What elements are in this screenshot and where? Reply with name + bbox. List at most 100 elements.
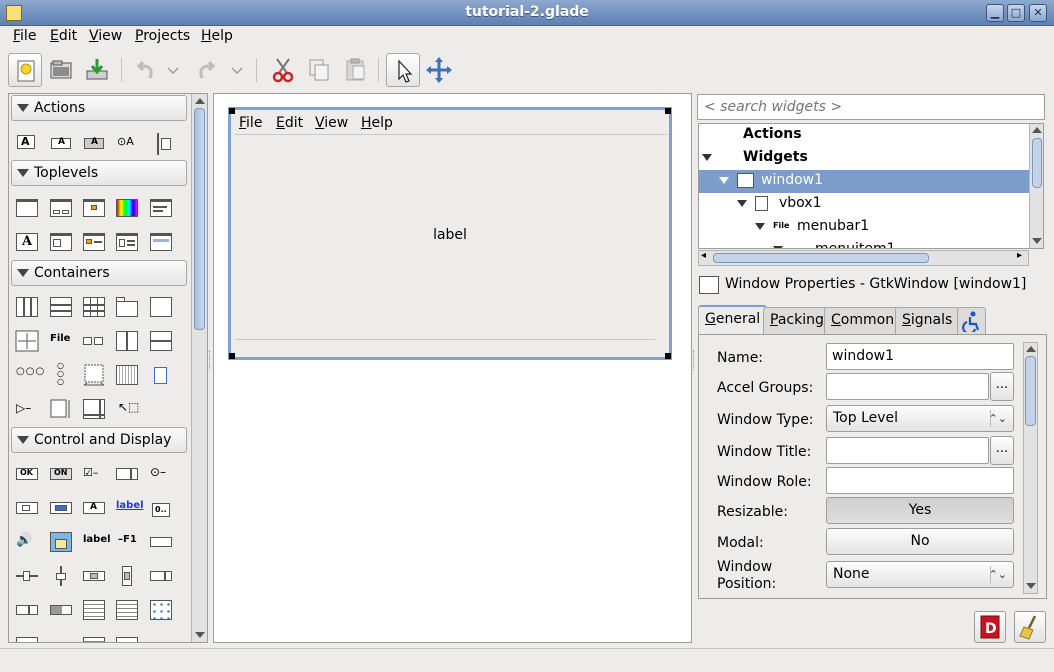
- viewport-icon[interactable]: [49, 398, 73, 420]
- alignment-icon[interactable]: [15, 330, 39, 352]
- devhelp-button[interactable]: D: [974, 611, 1006, 643]
- vscrollbar-icon[interactable]: [115, 565, 139, 587]
- dialog-widget-icon[interactable]: [49, 197, 73, 219]
- clear-property-button[interactable]: [1014, 611, 1046, 643]
- button-widget-icon[interactable]: OK: [15, 463, 39, 485]
- layout-icon[interactable]: [82, 364, 106, 386]
- button-box-icon[interactable]: ○○○: [15, 364, 44, 386]
- recent-action-icon[interactable]: ⊙A: [115, 132, 139, 154]
- tree-scroll-thumb[interactable]: [1032, 138, 1042, 188]
- palette-scrollbar[interactable]: [191, 94, 207, 642]
- redo-button[interactable]: [190, 53, 224, 87]
- name-field[interactable]: window1: [826, 343, 1014, 370]
- action-icon[interactable]: A: [15, 132, 39, 154]
- undo-menu-button[interactable]: [162, 53, 184, 87]
- window-type-combo[interactable]: Top Level ⌃⌄: [826, 405, 1014, 432]
- vpaned-icon[interactable]: [149, 330, 173, 352]
- expander-down-icon[interactable]: [702, 154, 712, 161]
- tree-view-icon-2[interactable]: [15, 633, 39, 642]
- menu-projects[interactable]: Projects: [135, 28, 190, 44]
- scroll-down-icon[interactable]: [195, 632, 205, 638]
- table-icon[interactable]: [82, 296, 106, 318]
- pane-grip[interactable]: [209, 350, 212, 370]
- new-button[interactable]: [8, 53, 42, 87]
- font-button-icon[interactable]: A: [82, 497, 106, 519]
- menubar-icon[interactable]: File: [49, 330, 73, 352]
- expander-down-icon[interactable]: [719, 177, 729, 184]
- tab-signals[interactable]: Signals: [895, 307, 960, 335]
- accel-groups-edit-button[interactable]: ...: [990, 372, 1014, 401]
- scroll-left-icon[interactable]: ◂: [701, 250, 706, 261]
- file-chooser-dialog-icon[interactable]: [49, 231, 73, 253]
- scroll-up-icon[interactable]: [195, 98, 205, 104]
- menu-view[interactable]: View: [89, 28, 122, 44]
- radio-action-icon[interactable]: A: [82, 132, 106, 154]
- expander-down-icon[interactable]: [773, 246, 783, 248]
- designed-menu-file[interactable]: File: [239, 115, 262, 131]
- tree-row-window1[interactable]: window1: [699, 170, 1029, 193]
- resize-handle[interactable]: [665, 353, 671, 359]
- resize-handle[interactable]: [229, 353, 235, 359]
- tree-hscroll-thumb[interactable]: [713, 253, 929, 263]
- volume-button-icon[interactable]: 🔊: [15, 531, 39, 553]
- text-view-icon[interactable]: [82, 599, 106, 621]
- message-dialog-icon[interactable]: [82, 197, 106, 219]
- expander-down-icon[interactable]: [737, 200, 747, 207]
- cut-button[interactable]: [266, 53, 300, 87]
- close-button[interactable]: ✕: [1029, 4, 1047, 22]
- tree-row-widgets[interactable]: Widgets: [699, 147, 1029, 170]
- font-selection-dialog-icon[interactable]: [149, 197, 173, 219]
- toggle-action-icon[interactable]: A: [49, 132, 73, 154]
- about-dialog-icon[interactable]: A: [15, 231, 39, 253]
- scroll-up-icon[interactable]: [1032, 127, 1042, 133]
- menu-edit[interactable]: Edit: [50, 28, 77, 44]
- pane-grip[interactable]: [693, 350, 696, 370]
- link-button-icon[interactable]: label: [115, 497, 145, 519]
- redo-menu-button[interactable]: [226, 53, 248, 87]
- save-button[interactable]: [80, 53, 114, 87]
- window-role-field[interactable]: [826, 467, 1014, 494]
- resizable-toggle[interactable]: Yes: [826, 497, 1014, 524]
- expander-down-icon[interactable]: [755, 223, 765, 230]
- menu-file[interactable]: File: [13, 28, 36, 44]
- combo-box-icon[interactable]: [149, 565, 173, 587]
- input-dialog-icon[interactable]: [82, 231, 106, 253]
- designed-label[interactable]: label: [231, 227, 669, 243]
- hbox-icon[interactable]: [15, 296, 39, 318]
- hpaned-icon[interactable]: [115, 330, 139, 352]
- open-button[interactable]: [44, 53, 78, 87]
- scroll-right-icon[interactable]: ▸: [1017, 250, 1022, 261]
- window-widget-icon[interactable]: [15, 197, 39, 219]
- minimize-button[interactable]: ▁: [986, 4, 1004, 22]
- tab-packing[interactable]: Packing: [763, 307, 831, 335]
- maximize-button[interactable]: □: [1007, 4, 1025, 22]
- vbox-icon[interactable]: [49, 296, 73, 318]
- combo-box-entry-icon[interactable]: [15, 599, 39, 621]
- tree-row-actions[interactable]: Actions: [699, 124, 1029, 147]
- tab-general[interactable]: General: [698, 305, 768, 336]
- window-position-combo[interactable]: None ⌃⌄: [826, 561, 1014, 588]
- toggle-button-icon[interactable]: ON: [49, 463, 73, 485]
- resize-handle[interactable]: [665, 108, 671, 114]
- properties-scrollbar[interactable]: [1023, 342, 1038, 594]
- label-widget-icon[interactable]: label: [82, 531, 112, 553]
- paste-button[interactable]: [338, 53, 372, 87]
- icon-view-icon[interactable]: [149, 599, 173, 621]
- toolbar-widget-icon[interactable]: [82, 330, 106, 352]
- designed-menu-help[interactable]: Help: [361, 115, 393, 131]
- modal-toggle[interactable]: No: [826, 528, 1014, 555]
- hscale-icon[interactable]: [15, 565, 39, 587]
- action-group-icon[interactable]: [149, 132, 173, 155]
- scroll-down-icon[interactable]: [1032, 238, 1042, 244]
- tab-accessibility[interactable]: [957, 307, 986, 335]
- menu-widget-icon[interactable]: [115, 633, 139, 642]
- entry-widget-icon[interactable]: [149, 531, 173, 553]
- tree-row-menubar1[interactable]: File menubar1: [699, 216, 1029, 239]
- resize-handle[interactable]: [229, 108, 235, 114]
- undo-button[interactable]: [128, 53, 162, 87]
- palette-group-toplevels[interactable]: Toplevels: [11, 160, 187, 186]
- palette-group-control-and-display[interactable]: Control and Display: [11, 427, 187, 453]
- fixed-icon[interactable]: [115, 364, 139, 386]
- search-widgets-input[interactable]: [697, 94, 1045, 120]
- spin-button-icon[interactable]: [115, 463, 139, 485]
